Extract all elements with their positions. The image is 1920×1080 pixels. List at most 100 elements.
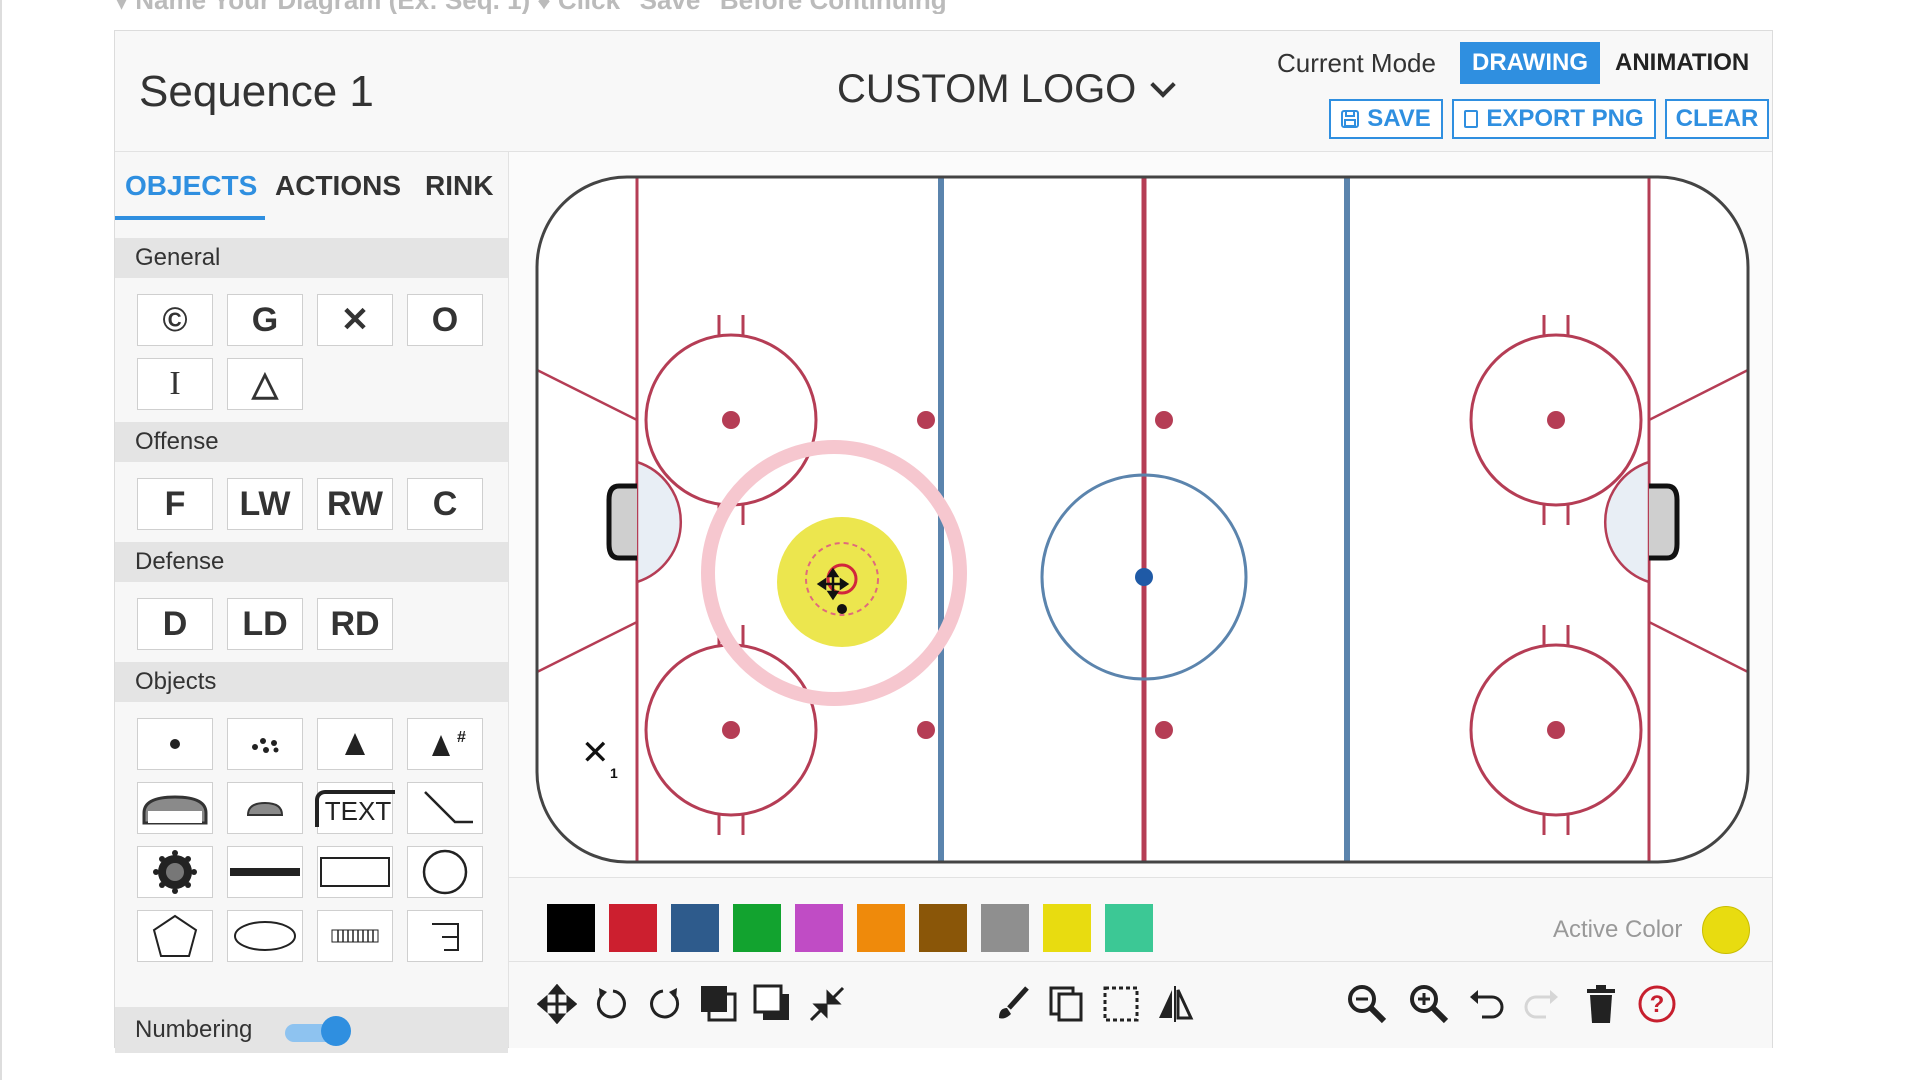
undo-icon[interactable] <box>1463 980 1511 1028</box>
clear-button[interactable]: CLEAR <box>1665 99 1769 139</box>
section-general: General <box>115 238 508 278</box>
rotate-left-icon[interactable] <box>587 980 635 1028</box>
color-swatch-green[interactable] <box>733 904 781 952</box>
tool-triangle[interactable]: △ <box>227 358 303 410</box>
tool-polygon[interactable] <box>137 910 213 962</box>
drawing-canvas[interactable]: ✕ 1 <box>509 152 1772 877</box>
net-left <box>606 483 637 561</box>
active-tab-indicator <box>115 216 265 220</box>
export-png-button[interactable]: EXPORT PNG <box>1452 99 1656 139</box>
tool-right-wing[interactable]: RW <box>317 478 393 530</box>
center-dot <box>1135 568 1153 586</box>
tool-bench[interactable] <box>407 910 483 962</box>
puck-marker[interactable] <box>837 604 847 614</box>
numbering-toggle-knob[interactable] <box>321 1016 351 1046</box>
mode-animation-button[interactable]: ANIMATION <box>1615 42 1749 84</box>
color-swatch-yellow[interactable] <box>1043 904 1091 952</box>
tool-pucks[interactable] <box>227 718 303 770</box>
hockey-rink[interactable]: ✕ 1 <box>509 152 1772 877</box>
tool-right-defense[interactable]: RD <box>317 598 393 650</box>
sidebar: OBJECTS ACTIONS RINK General © G ✕ O I △… <box>115 152 509 1053</box>
tool-forward[interactable]: F <box>137 478 213 530</box>
rectangle-icon <box>320 857 390 887</box>
section-offense: Offense <box>115 422 508 462</box>
tool-left-wing[interactable]: LW <box>227 478 303 530</box>
tire-icon <box>153 850 197 894</box>
tool-left-defense[interactable]: LD <box>227 598 303 650</box>
tool-o-player[interactable]: O <box>407 294 483 346</box>
tool-net[interactable] <box>137 782 213 834</box>
mode-label: Current Mode <box>1277 48 1436 78</box>
tab-objects[interactable]: OBJECTS <box>125 170 257 202</box>
page-left-border <box>0 0 2 1080</box>
net-right <box>1649 483 1680 561</box>
ladder-icon <box>331 929 379 943</box>
rotate-right-icon[interactable] <box>641 980 689 1028</box>
tab-actions[interactable]: ACTIONS <box>275 170 401 202</box>
copy-icon[interactable] <box>1043 980 1091 1028</box>
svg-text:?: ? <box>1650 991 1665 1018</box>
tab-rink[interactable]: RINK <box>425 170 493 202</box>
tool-stick[interactable] <box>227 846 303 898</box>
dot-icon <box>170 739 180 749</box>
logo-select-label: CUSTOM LOGO <box>837 67 1137 111</box>
floppy-icon <box>1341 110 1360 128</box>
color-swatch-black[interactable] <box>547 904 595 952</box>
color-swatch-blue[interactable] <box>671 904 719 952</box>
svg-text:#: # <box>457 729 466 746</box>
bottom-toolbar: ? <box>509 961 1772 1048</box>
bring-front-icon[interactable] <box>695 980 743 1028</box>
tool-coach[interactable]: © <box>137 294 213 346</box>
shrink-icon[interactable] <box>803 980 851 1028</box>
numbered-cone-icon: # <box>432 729 466 756</box>
flip-icon[interactable] <box>1151 980 1199 1028</box>
tool-ellipse[interactable] <box>227 910 303 962</box>
color-swatch-purple[interactable] <box>795 904 843 952</box>
redo-icon[interactable] <box>1517 980 1565 1028</box>
chevron-down-icon <box>1150 71 1177 98</box>
tool-puck[interactable] <box>137 718 213 770</box>
logo-select[interactable]: CUSTOM LOGO <box>837 67 1177 112</box>
tool-text[interactable]: TEXT <box>314 782 396 834</box>
color-swatch-brown[interactable] <box>919 904 967 952</box>
color-swatch-gray[interactable] <box>981 904 1029 952</box>
save-button[interactable]: SAVE <box>1329 99 1443 139</box>
player-x-marker[interactable]: ✕ <box>581 733 610 773</box>
clear-label: CLEAR <box>1675 105 1759 132</box>
color-swatch-red[interactable] <box>609 904 657 952</box>
tool-numbered-cone[interactable]: # <box>407 718 483 770</box>
tool-tire[interactable] <box>137 846 213 898</box>
active-color-indicator[interactable] <box>1702 906 1750 954</box>
help-icon[interactable]: ? <box>1633 980 1681 1028</box>
tool-goalie[interactable]: G <box>227 294 303 346</box>
document-icon <box>1464 110 1479 128</box>
tool-line[interactable] <box>407 782 483 834</box>
zoom-in-icon[interactable] <box>1405 980 1453 1028</box>
tool-cone[interactable] <box>317 718 393 770</box>
select-icon[interactable] <box>1097 980 1145 1028</box>
sequence-title[interactable]: Sequence 1 <box>139 67 374 117</box>
active-color-label: Active Color <box>1553 916 1683 943</box>
tool-circle[interactable] <box>407 846 483 898</box>
send-back-icon[interactable] <box>749 980 797 1028</box>
top-hint-strip: ▾ Name Your Diagram (Ex: Seq. 1) ♦ Click… <box>115 0 1775 14</box>
save-label: SAVE <box>1367 105 1431 132</box>
tool-center[interactable]: C <box>407 478 483 530</box>
tool-defense[interactable]: D <box>137 598 213 650</box>
mode-drawing-button[interactable]: DRAWING <box>1460 42 1600 84</box>
pentagon-icon <box>152 914 198 957</box>
tool-small-net[interactable] <box>227 782 303 834</box>
tool-ladder[interactable] <box>317 910 393 962</box>
brush-icon[interactable] <box>989 980 1037 1028</box>
tool-instructor[interactable]: I <box>137 358 213 410</box>
trash-icon[interactable] <box>1577 980 1625 1028</box>
player-number: 1 <box>610 765 618 781</box>
section-objects: Objects <box>115 662 508 702</box>
color-swatch-teal[interactable] <box>1105 904 1153 952</box>
tool-rectangle[interactable] <box>317 846 393 898</box>
color-swatch-orange[interactable] <box>857 904 905 952</box>
tool-x-player[interactable]: ✕ <box>317 294 393 346</box>
zoom-out-icon[interactable] <box>1343 980 1391 1028</box>
numbering-label: Numbering <box>135 1016 253 1043</box>
move-icon[interactable] <box>533 980 581 1028</box>
